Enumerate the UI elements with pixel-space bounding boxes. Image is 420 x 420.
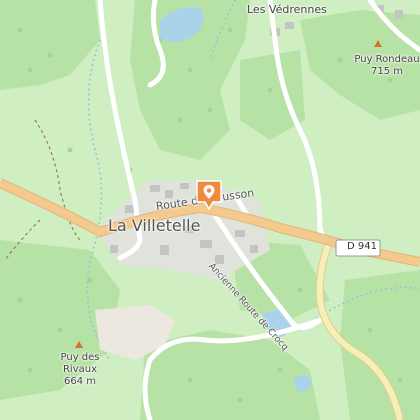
peak-ne-name: Puy Rondeau [354, 54, 420, 65]
pin-graphic [196, 180, 222, 211]
map-canvas[interactable]: D 941 Les Védrennes Puy Rondeau 715 m Pu… [0, 0, 420, 420]
peak-sw-name-line2: Rivaux [62, 364, 98, 375]
peak-sw-name-line1: Puy des [60, 352, 100, 363]
route-badge-label: D 941 [347, 241, 377, 252]
peak-ne-label: Puy Rondeau 715 m [352, 54, 420, 78]
town-label: La Villetelle [108, 216, 201, 235]
pin-glyph-dot [206, 188, 212, 193]
hamlet-label: Les Védrennes [247, 3, 327, 16]
peak-sw-label: Puy des Rivaux 664 m [50, 352, 110, 388]
peak-sw-elevation: 664 m [63, 376, 96, 387]
peak-ne-elevation: 715 m [370, 66, 403, 77]
location-pin-icon[interactable] [194, 178, 224, 212]
